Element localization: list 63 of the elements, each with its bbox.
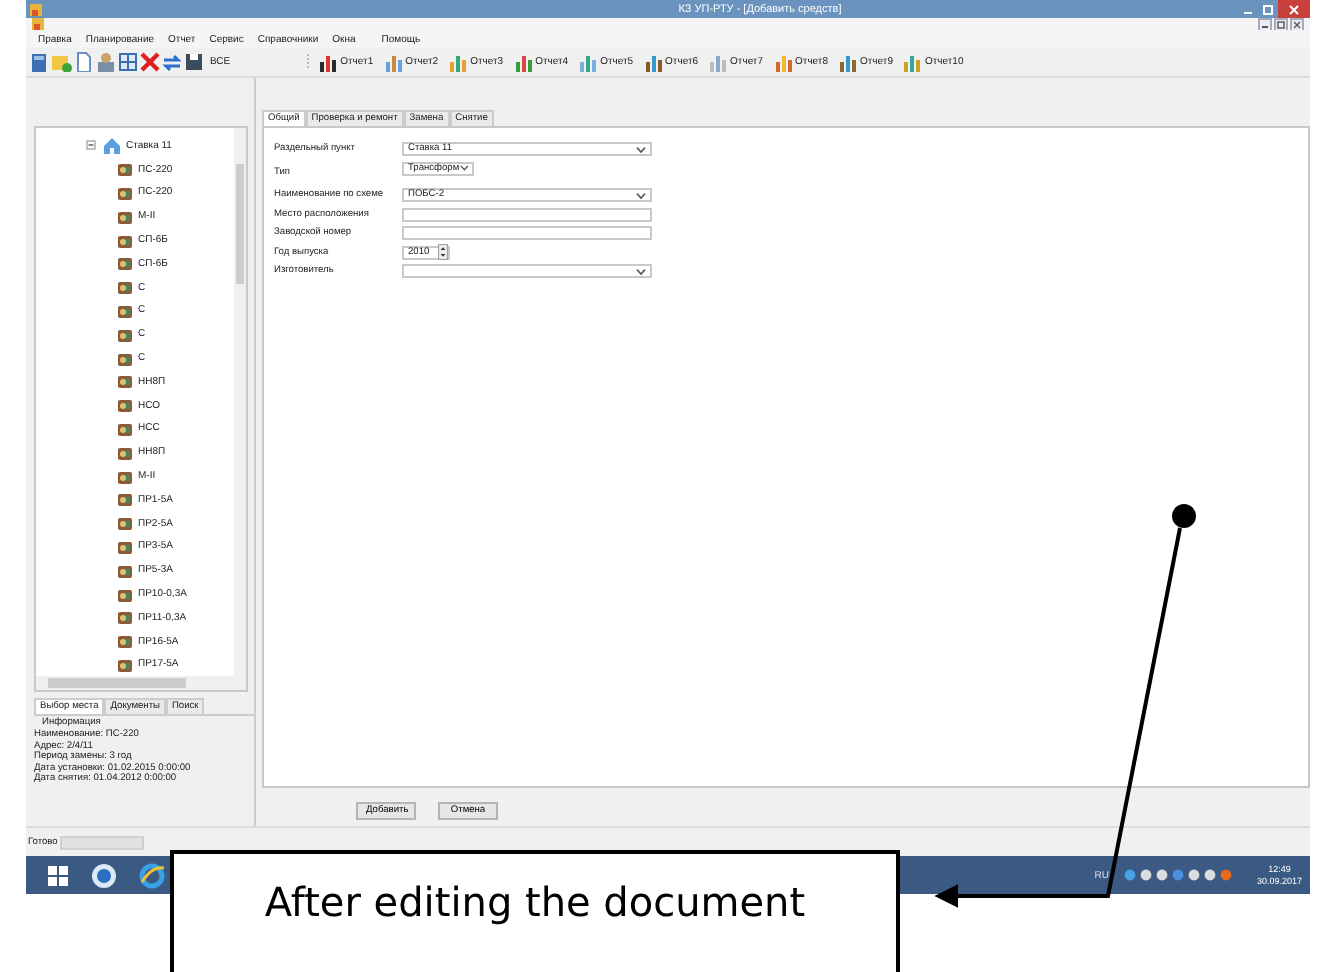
device-icon	[116, 537, 134, 556]
person-icon[interactable]	[96, 52, 116, 72]
collapse-icon[interactable]	[86, 140, 96, 151]
device-icon	[116, 349, 134, 368]
minimize-icon[interactable]	[1258, 17, 1272, 31]
restore-icon[interactable]	[1274, 17, 1288, 31]
bar-chart-icon	[515, 53, 534, 71]
refresh-icon[interactable]	[162, 52, 182, 72]
input-field[interactable]	[402, 226, 652, 240]
close-icon[interactable]	[1290, 17, 1304, 31]
browser-icon[interactable]	[138, 861, 166, 889]
device-icon	[116, 254, 134, 273]
device-icon	[116, 183, 134, 202]
device-icon	[116, 160, 134, 179]
device-icon	[116, 655, 134, 674]
bar-chart-icon	[580, 53, 599, 71]
device-icon	[116, 561, 134, 580]
bar-chart-icon	[385, 53, 404, 71]
bar-chart-icon	[645, 53, 664, 71]
toolbar-grip-icon	[304, 52, 313, 72]
device-icon	[116, 301, 134, 320]
document-icon[interactable]	[74, 52, 94, 72]
maximize-icon[interactable]	[1258, 1, 1278, 17]
callout-text: After editing the document	[264, 878, 806, 926]
device-icon	[116, 278, 134, 297]
globe-icon[interactable]	[90, 861, 118, 889]
dot-marker	[1172, 504, 1196, 528]
chevron-down-icon	[459, 164, 468, 172]
horizontal-scrollbar[interactable]	[36, 676, 246, 690]
close-button[interactable]	[1278, 0, 1310, 18]
device-icon	[116, 490, 134, 509]
bar-chart-icon	[710, 53, 729, 71]
folder-add-icon[interactable]	[52, 52, 72, 72]
device-icon	[116, 419, 134, 438]
chevron-down-icon	[636, 191, 646, 199]
save-icon[interactable]	[184, 52, 204, 72]
device-icon	[116, 207, 134, 226]
device-icon	[116, 467, 134, 486]
device-icon	[116, 325, 134, 344]
grid-icon[interactable]	[118, 52, 138, 72]
dropdown-field[interactable]	[402, 264, 652, 278]
bar-chart-icon	[450, 53, 469, 71]
windows-icon[interactable]	[46, 863, 70, 887]
device-icon	[116, 585, 134, 604]
chevron-down-icon	[636, 267, 646, 275]
device-icon	[116, 231, 134, 250]
bar-chart-icon	[775, 53, 794, 71]
bar-chart-icon	[320, 53, 339, 71]
chevron-down-icon	[636, 145, 646, 153]
delete-icon[interactable]	[140, 52, 160, 72]
device-icon	[116, 443, 134, 462]
device-icon	[116, 632, 134, 651]
house-icon	[102, 135, 122, 156]
vertical-scrollbar[interactable]	[234, 128, 246, 676]
bar-chart-icon	[840, 53, 858, 71]
device-icon	[116, 514, 134, 533]
input-field[interactable]	[402, 207, 652, 221]
device-icon	[116, 372, 134, 391]
book-icon[interactable]	[30, 52, 50, 72]
device-icon	[116, 608, 134, 627]
device-icon	[116, 396, 134, 415]
bar-chart-icon	[904, 53, 923, 71]
spin-arrows-icon	[438, 244, 448, 260]
